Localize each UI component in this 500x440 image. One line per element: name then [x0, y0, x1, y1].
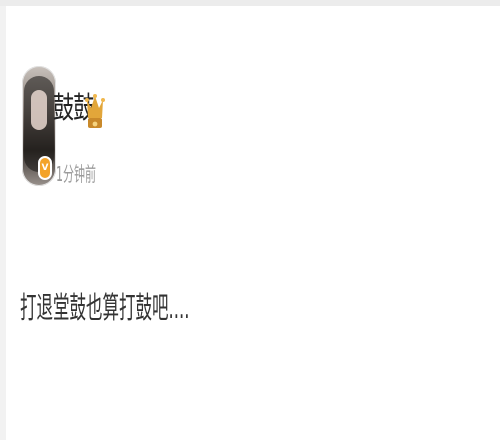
crown-icon: [85, 94, 105, 128]
left-divider: [0, 6, 6, 440]
post-card: V 鼓鼓 1分钟前 打退堂鼓也算打鼓吧....: [0, 0, 500, 440]
post-timestamp: 1分钟前: [56, 162, 97, 186]
vip-badge-icon: V: [38, 156, 52, 180]
avatar-face: [31, 90, 47, 130]
post-content: 打退堂鼓也算打鼓吧....: [20, 291, 190, 326]
top-divider: [0, 0, 500, 6]
